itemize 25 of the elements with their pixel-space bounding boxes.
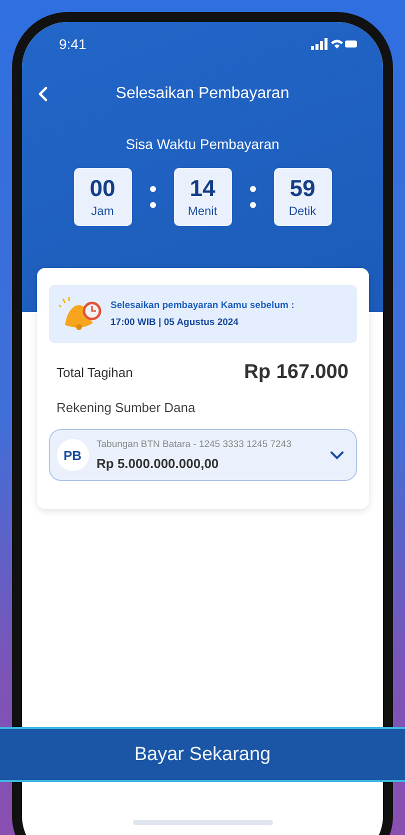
back-button[interactable]	[36, 84, 50, 104]
countdown-title: Sisa Waktu Pembayaran	[126, 136, 280, 152]
timer-value: 14	[190, 176, 216, 202]
account-balance: Rp 5.000.000.000,00	[96, 456, 220, 471]
total-label: Total Tagihan	[56, 365, 133, 380]
timer-value: 59	[290, 176, 316, 202]
deadline-date: 17:00 WIB | 05 Agustus 2024	[110, 317, 240, 328]
chevron-down-icon	[330, 450, 344, 460]
status-icons	[311, 38, 357, 50]
deadline-text: Selesaikan pembayaran Kamu sebelum :	[110, 300, 294, 311]
bell-clock-icon	[58, 297, 102, 331]
account-selector[interactable]: PB Tabungan BTN Batara - 1245 3333 1245 7243 Rp 5.000.000.000,00	[48, 429, 356, 481]
timer-unit: Detik	[288, 204, 316, 218]
source-label: Rekening Sumber Dana	[56, 399, 196, 415]
timer-value: 00	[90, 176, 116, 202]
pay-now-button[interactable]: Bayar Sekarang	[0, 727, 405, 782]
colon-icon	[250, 185, 256, 209]
account-name: Tabungan BTN Batara - 1245 3333 1245 7243	[96, 439, 292, 450]
total-amount: Rp 167.000	[244, 361, 348, 384]
status-time: 9:41	[59, 36, 86, 52]
colon-icon	[150, 185, 156, 209]
timer-unit: Menit	[188, 204, 218, 218]
page-title: Selesaikan Pembayaran	[116, 85, 290, 103]
account-initials: PB	[56, 439, 88, 471]
timer-unit: Jam	[91, 204, 114, 218]
